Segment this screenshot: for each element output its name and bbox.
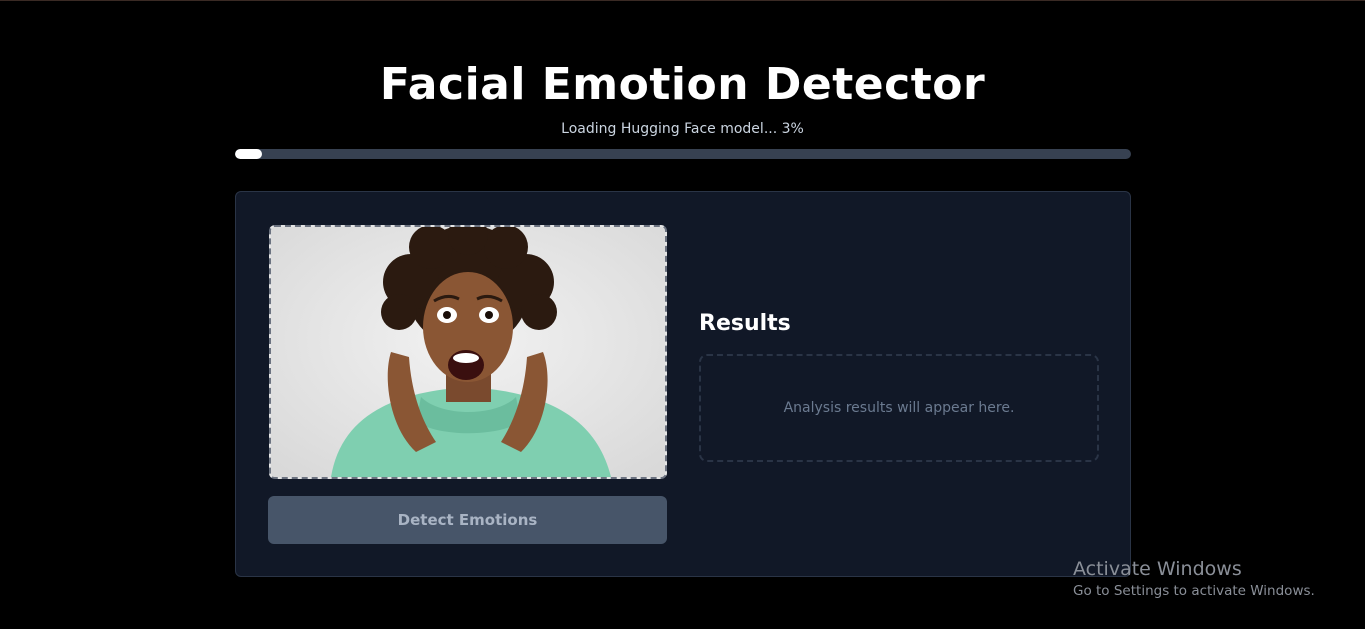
detect-emotions-button[interactable]: Detect Emotions xyxy=(268,496,667,544)
app-page: Facial Emotion Detector Loading Hugging … xyxy=(0,0,1365,629)
uploaded-photo xyxy=(271,227,665,477)
activate-windows-watermark: Activate Windows Go to Settings to activ… xyxy=(1073,558,1315,602)
page-title: Facial Emotion Detector xyxy=(379,59,986,110)
results-heading: Results xyxy=(699,311,791,336)
model-progress-fill xyxy=(235,149,262,159)
watermark-title: Activate Windows xyxy=(1073,558,1242,580)
results-panel: Analysis results will appear here. xyxy=(699,354,1099,462)
model-loading-status: Loading Hugging Face model... 3% xyxy=(561,121,804,137)
watermark-subtitle: Go to Settings to activate Windows. xyxy=(1073,583,1315,599)
results-placeholder: Analysis results will appear here. xyxy=(783,400,1015,416)
image-upload-area[interactable] xyxy=(269,225,667,479)
main-card: Detect Emotions Results Analysis results… xyxy=(235,191,1131,577)
model-progress-bar xyxy=(235,149,1131,159)
